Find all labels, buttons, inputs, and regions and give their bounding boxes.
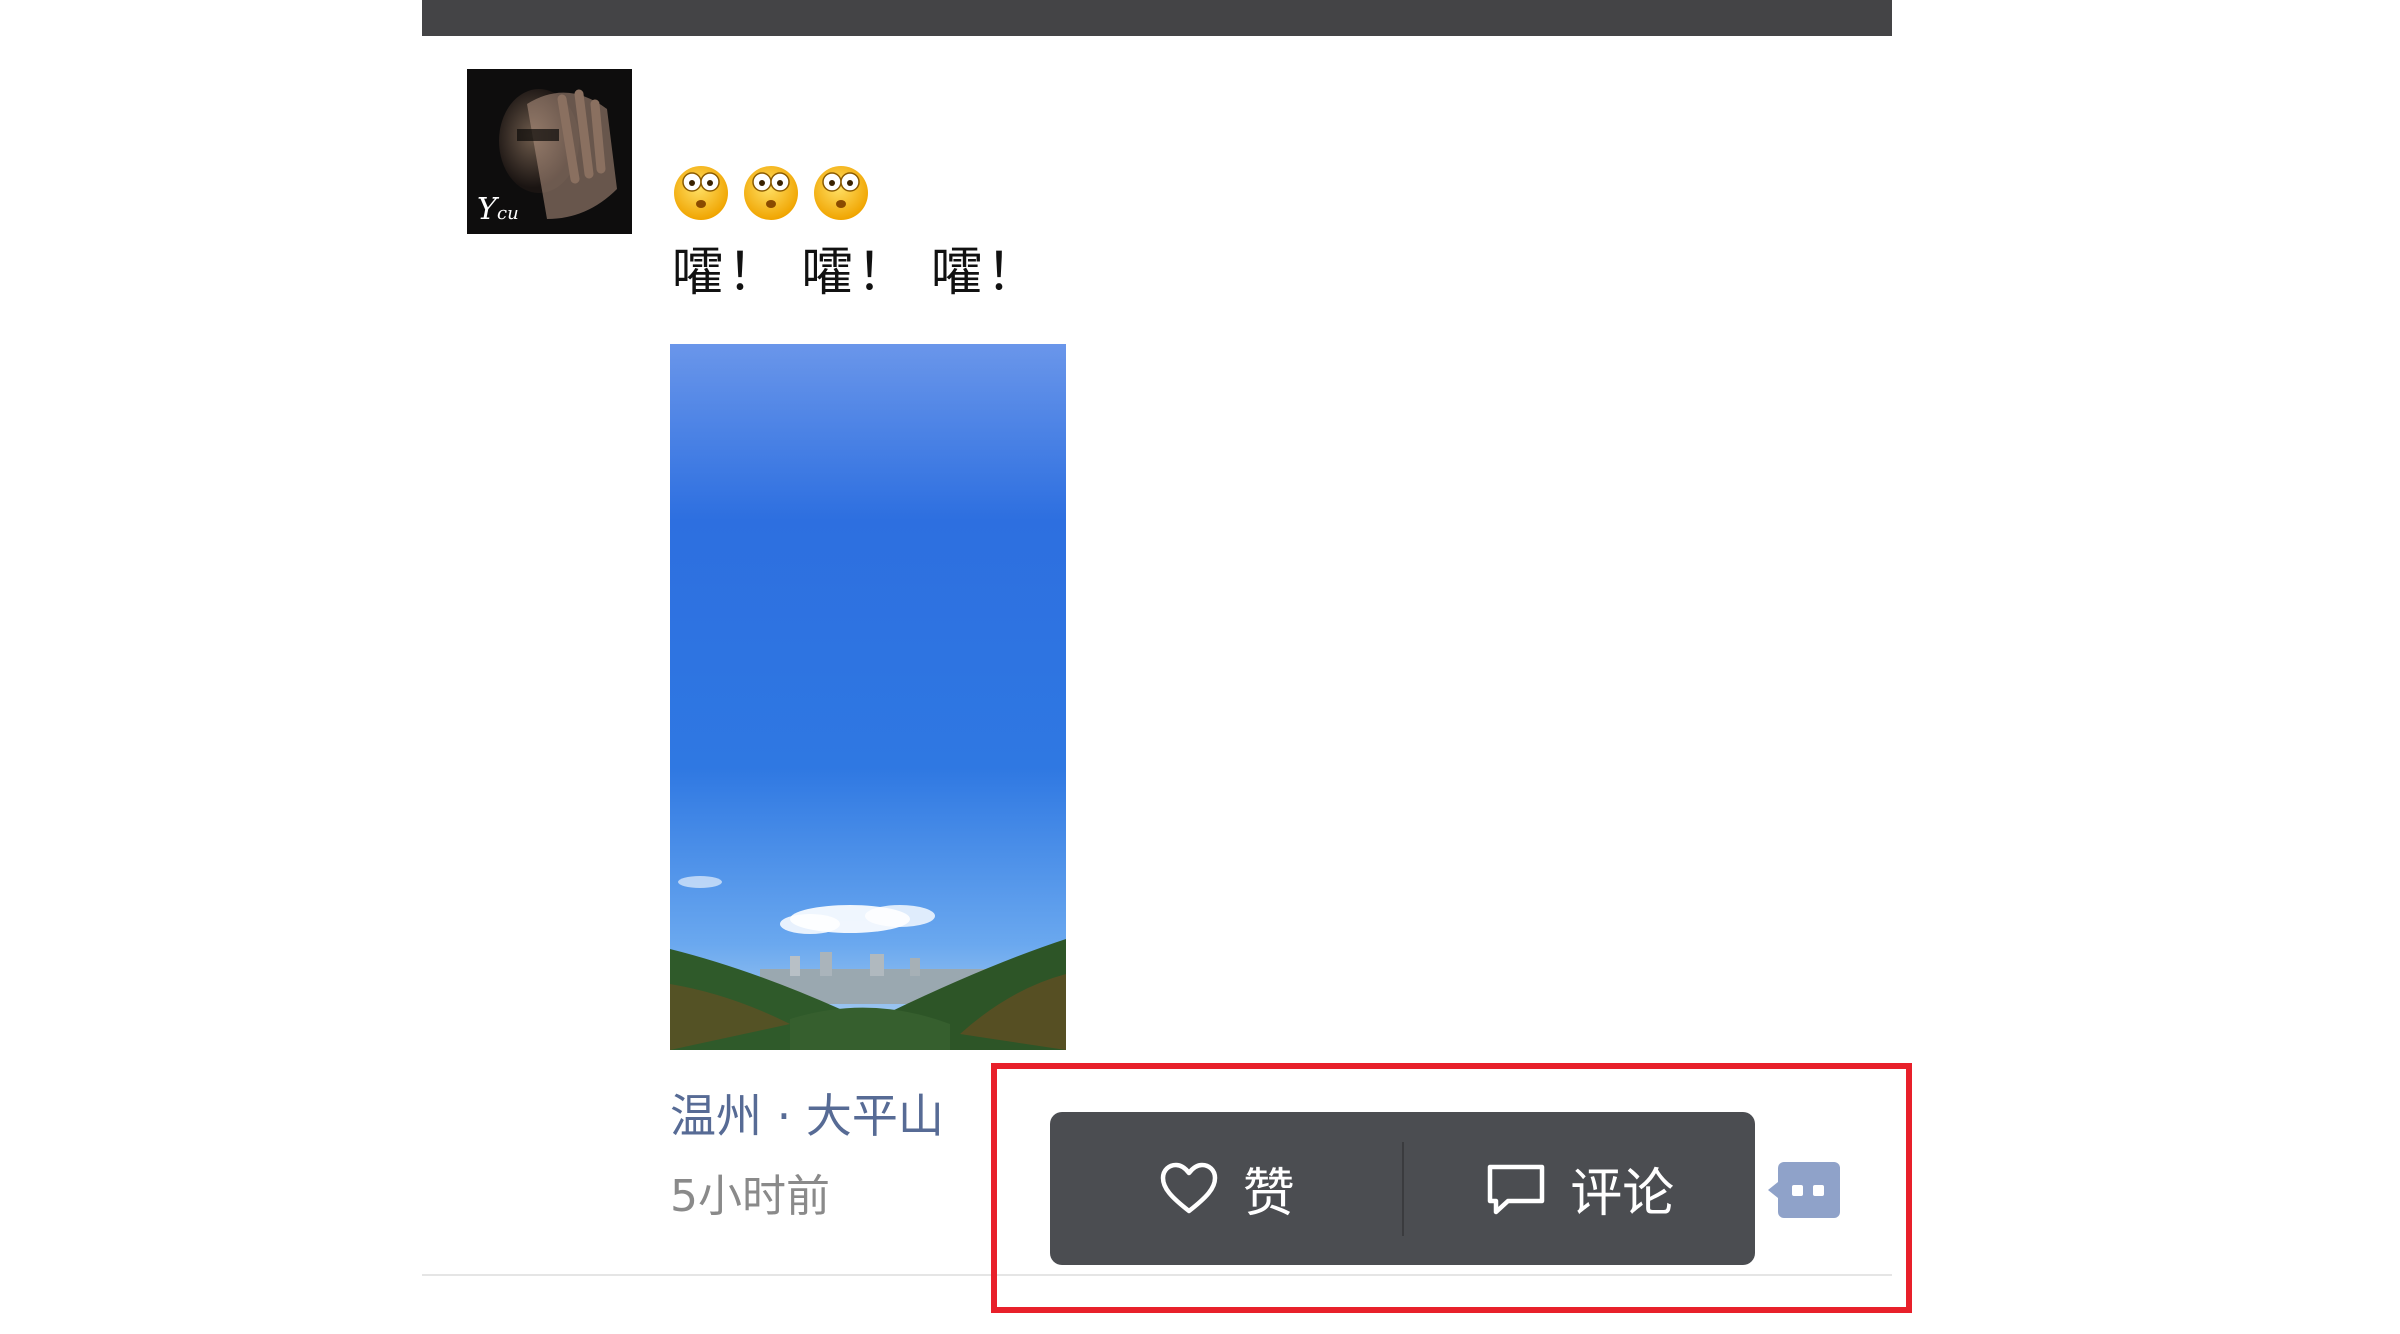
- like-label: 赞: [1242, 1164, 1295, 1224]
- post-photo[interactable]: [670, 344, 1066, 1050]
- post-time: 5小时前: [670, 1171, 830, 1222]
- avatar-photo: Y cu: [467, 69, 632, 234]
- more-dots-icon[interactable]: [1768, 1162, 1840, 1218]
- action-popup: 赞 评论: [1050, 1112, 1755, 1265]
- emoji-row: [670, 160, 872, 222]
- svg-text:cu: cu: [497, 203, 519, 224]
- flushed-face-icon: [674, 166, 728, 220]
- heart-icon: [1160, 1162, 1217, 1213]
- avatar[interactable]: Y cu: [467, 69, 632, 234]
- flushed-face-icon: [814, 166, 868, 220]
- sky-mountain-photo: [670, 344, 1066, 1050]
- comment-button[interactable]: 评论: [1404, 1112, 1756, 1265]
- flushed-face-icon: [744, 166, 798, 220]
- moments-feed: Y cu 嚯！ 嚯！ 嚯！ 温州 · 大平山 5小时前 赞 评论: [0, 0, 2400, 1334]
- comment-label: 评论: [1570, 1164, 1675, 1224]
- speech-bubble-icon: [1487, 1164, 1545, 1214]
- previous-post-edge: [422, 0, 1892, 36]
- like-button[interactable]: 赞: [1050, 1112, 1402, 1265]
- location-link[interactable]: 温州 · 大平山: [670, 1080, 944, 1146]
- post-text: 嚯！ 嚯！ 嚯！: [672, 243, 1042, 303]
